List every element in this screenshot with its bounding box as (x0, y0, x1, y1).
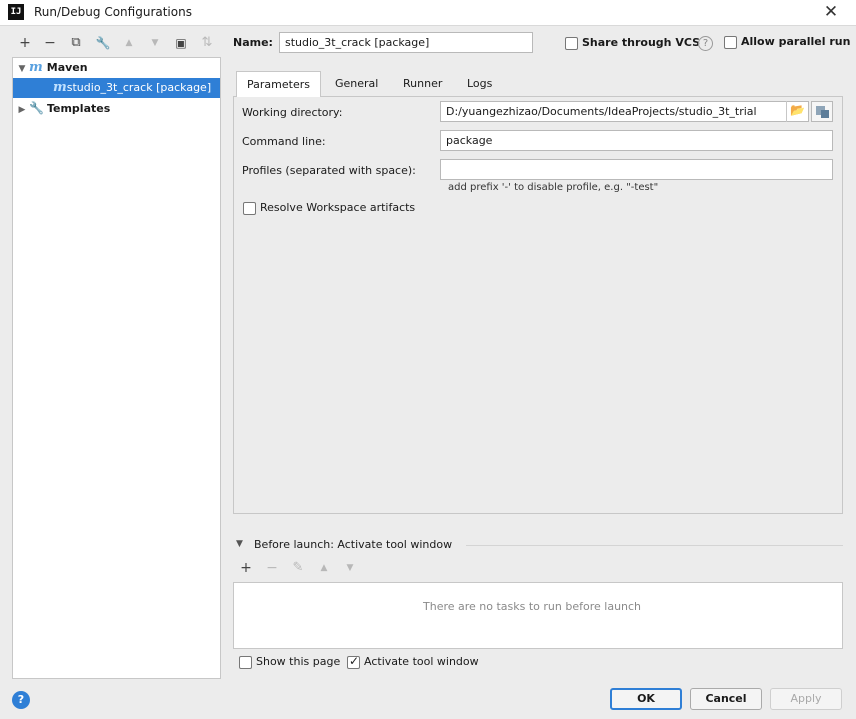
move-down-button[interactable]: ▼ (145, 33, 165, 53)
allow-parallel-checkbox[interactable] (724, 36, 737, 49)
ok-button[interactable]: OK (610, 688, 682, 710)
macro-folder-icon[interactable] (811, 101, 833, 122)
profiles-input[interactable] (440, 159, 833, 180)
before-launch-task-list[interactable] (233, 582, 843, 649)
copy-configuration-button[interactable]: ⧉ (66, 33, 86, 53)
share-vcs-label: Share through VCS (582, 36, 701, 49)
add-task-button[interactable]: + (236, 558, 256, 578)
edit-task-pencil-icon[interactable]: ✎ (288, 558, 308, 578)
show-page-label: Show this page (256, 655, 341, 668)
tree-item-label: Templates (46, 102, 111, 115)
move-task-up-button[interactable]: ▲ (314, 558, 334, 578)
command-line-label: Command line: (242, 135, 326, 148)
tab-logs[interactable]: Logs (457, 71, 502, 97)
name-input[interactable]: studio_3t_crack [package] (279, 32, 533, 53)
add-configuration-button[interactable]: + (15, 33, 35, 53)
collapse-before-launch-icon[interactable]: ▼ (236, 539, 243, 549)
intellij-app-icon: IJ (8, 4, 24, 20)
remove-task-button[interactable]: − (262, 558, 282, 578)
configuration-tree[interactable]: ▼ m Maven mstudio_3t_crack [package] ▶ 🔧 Tem… (12, 57, 221, 679)
before-launch-header: Before launch: Activate tool window (254, 538, 453, 551)
tree-item-templates[interactable]: ▶ 🔧 Templates (13, 98, 220, 118)
chevron-down-icon[interactable]: ▼ (15, 59, 29, 79)
working-directory-input[interactable]: D:/yuangezhizao/Documents/IdeaProjects/s… (440, 101, 809, 122)
wrench-icon: 🔧 (29, 101, 44, 115)
move-up-button[interactable]: ▲ (119, 33, 139, 53)
remove-configuration-button[interactable]: − (40, 33, 60, 53)
sort-configurations-button[interactable]: ⇅ (197, 33, 217, 53)
tab-general[interactable]: General (325, 71, 388, 97)
name-label: Name: (233, 36, 273, 49)
tab-runner[interactable]: Runner (393, 71, 452, 97)
profiles-hint: add prefix '-' to disable profile, e.g. … (448, 182, 659, 193)
maven-icon: m (29, 60, 43, 75)
maven-icon: m (53, 80, 67, 95)
show-page-checkbox[interactable] (239, 656, 252, 669)
close-icon[interactable]: ✕ (822, 2, 840, 22)
tree-item-maven[interactable]: ▼ m Maven (13, 58, 220, 78)
allow-parallel-label: Allow parallel run (741, 35, 851, 48)
resolve-workspace-label: Resolve Workspace artifacts (260, 201, 416, 214)
working-directory-label: Working directory: (242, 106, 343, 119)
new-folder-button[interactable]: ▣ (171, 33, 191, 53)
profiles-label: Profiles (separated with space): (242, 164, 416, 177)
tree-item-studio-3t-crack[interactable]: mstudio_3t_crack [package] (13, 78, 220, 98)
browse-folder-icon[interactable]: 📂 (786, 101, 808, 122)
move-task-down-button[interactable]: ▼ (340, 558, 360, 578)
help-icon[interactable]: ? (698, 36, 713, 51)
tab-parameters[interactable]: Parameters (236, 71, 321, 97)
cancel-button[interactable]: Cancel (690, 688, 762, 710)
apply-button[interactable]: Apply (770, 688, 842, 710)
share-vcs-checkbox[interactable] (565, 37, 578, 50)
activate-tool-window-checkbox[interactable] (347, 654, 360, 669)
empty-tasks-text: There are no tasks to run before launch (423, 600, 642, 613)
activate-tool-window-label: Activate tool window (364, 655, 479, 668)
section-divider (466, 545, 843, 546)
command-line-input[interactable]: package (440, 130, 833, 151)
window-title: Run/Debug Configurations (34, 5, 192, 19)
tree-item-label: studio_3t_crack [package] (66, 81, 212, 94)
help-button[interactable]: ? (12, 691, 30, 709)
chevron-right-icon[interactable]: ▶ (15, 100, 29, 120)
tree-item-label: Maven (46, 61, 88, 74)
edit-defaults-wrench-icon[interactable]: 🔧 (93, 33, 113, 53)
resolve-workspace-checkbox[interactable] (243, 202, 256, 215)
